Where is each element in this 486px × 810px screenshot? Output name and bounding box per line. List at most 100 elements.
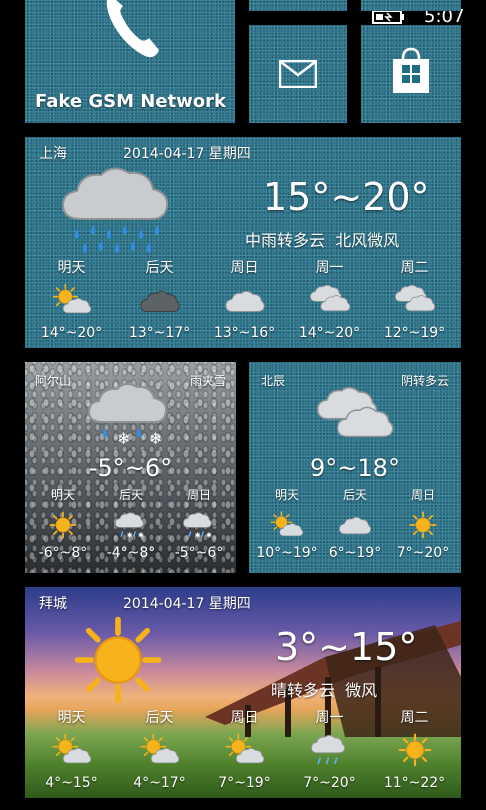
phone-icon <box>101 0 161 60</box>
forecast-range: 4°~17° <box>133 775 186 791</box>
city-name: 拜城 <box>39 596 67 612</box>
battery-icon <box>372 9 406 25</box>
forecast-day: 周日 <box>410 488 435 502</box>
condition-label: 阴转多云 <box>400 374 449 388</box>
date-label: 2014-04-17 星期四 <box>123 596 251 612</box>
sun-icon <box>49 511 77 539</box>
forecast-list: 明天 4°~15° 后天 4°~17° 周日 7°~19° 周一 7°~20° … <box>29 707 457 795</box>
forecast-day: 周日 <box>186 488 211 502</box>
forecast-range: 7°~20° <box>396 545 450 561</box>
condition-label: 雨夹雪 <box>189 374 226 388</box>
forecast-range: 7°~19° <box>218 775 271 791</box>
forecast-item: 周日 7°~20° <box>389 486 457 561</box>
forecast-item: 周日 -5°~6° <box>165 486 233 561</box>
forecast-range: 14°~20° <box>298 325 361 341</box>
forecast-range: 13°~16° <box>213 325 276 341</box>
forecast-day: 后天 <box>118 488 143 502</box>
forecast-item: 后天 4°~17° <box>117 707 202 791</box>
forecast-range: -5°~6° <box>174 545 224 561</box>
forecast-item: 后天 6°~19° <box>321 486 389 561</box>
sun-cloud-icon <box>52 283 92 317</box>
cloud-icon <box>224 290 265 313</box>
forecast-item: 周日 7°~19° <box>202 707 287 791</box>
forecast-range: 7°~20° <box>303 775 356 791</box>
forecast-range: -6°~8° <box>38 545 88 561</box>
store-icon <box>391 47 431 95</box>
forecast-day: 后天 <box>342 488 367 502</box>
forecast-list: 明天 14°~20° 后天 13°~17° 周日 13°~16° 周一 14°~… <box>29 257 457 345</box>
temperature-range: 15°~20° <box>263 175 430 219</box>
forecast-range: -4°~8° <box>106 545 156 561</box>
forecast-day: 周二 <box>400 260 429 276</box>
forecast-range: 6°~19° <box>328 545 382 561</box>
forecast-day: 周日 <box>230 260 259 276</box>
cloud-icon <box>338 516 372 535</box>
forecast-item: 周一 14°~20° <box>287 257 372 341</box>
rain-cloud-icon <box>59 159 179 259</box>
phone-tile[interactable]: Fake GSM Network <box>25 0 235 123</box>
forecast-range: 4°~15° <box>45 775 98 791</box>
sun-cloud-icon <box>270 511 304 539</box>
snow-rain-icon: ❄ ❄ <box>87 378 171 450</box>
forecast-item: 后天 -4°~8° <box>97 486 165 561</box>
store-tile[interactable] <box>361 25 461 123</box>
temperature-range: 3°~15° <box>275 625 418 669</box>
forecast-list: 明天 10°~19° 后天 6°~19° 周日 7°~20° <box>253 486 457 570</box>
dark-cloud-icon <box>139 290 180 313</box>
sun-cloud-icon <box>140 733 180 767</box>
forecast-item: 周二 12°~19° <box>372 257 457 341</box>
forecast-day: 周一 <box>315 710 344 726</box>
weather-tile-shanghai[interactable]: 上海 2014-04-17 星期四 15°~20° 中雨转多云 北风微风 明天 … <box>25 137 461 348</box>
top-tile-right[interactable] <box>361 0 461 11</box>
temperature-range: -5°~6° <box>88 454 173 482</box>
forecast-item: 周日 13°~16° <box>202 257 287 341</box>
snow-rain-icon <box>182 511 216 539</box>
forecast-range: 13°~17° <box>128 325 191 341</box>
forecast-item: 明天 14°~20° <box>29 257 114 341</box>
weather-tile-beichen[interactable]: 北辰 阴转多云 9°~18° 明天 10°~19° 后天 6°~19° 周日 7… <box>249 362 461 573</box>
city-name: 北辰 <box>261 374 286 388</box>
phone-tile-label: Fake GSM Network <box>35 91 226 112</box>
forecast-day: 周日 <box>230 710 259 726</box>
city-name: 阿尔山 <box>35 374 72 388</box>
forecast-list: 明天 -6°~8° 后天 -4°~8° 周日 -5°~6° <box>29 486 233 570</box>
forecast-day: 后天 <box>145 710 174 726</box>
forecast-day: 周一 <box>315 260 344 276</box>
sun-cloud-icon <box>52 733 92 767</box>
sun-cloud-icon <box>225 733 265 767</box>
weather-tile-baicheng[interactable]: 拜城 2014-04-17 星期四 3°~15° 晴转多云 微风 明天 4°~1… <box>25 587 461 798</box>
cloud-rain-icon <box>310 733 350 767</box>
snow-rain-icon <box>114 511 148 539</box>
forecast-item: 后天 13°~17° <box>117 257 202 341</box>
mail-tile[interactable] <box>249 25 347 123</box>
forecast-item: 明天 4°~15° <box>29 707 114 791</box>
forecast-range: 12°~19° <box>383 325 446 341</box>
clouds-icon <box>394 283 436 317</box>
forecast-item: 周二 11°~22° <box>372 707 457 791</box>
mail-icon <box>279 60 317 88</box>
forecast-day: 后天 <box>145 260 174 276</box>
svg-text:❄: ❄ <box>117 429 130 448</box>
weather-tile-aershan[interactable]: 阿尔山 雨夹雪 ❄ ❄ -5°~6° 明天 -6°~8° 后天 -4°~8° 周… <box>25 362 236 573</box>
forecast-day: 明天 <box>50 488 75 502</box>
forecast-day: 周二 <box>400 710 429 726</box>
forecast-day: 明天 <box>274 488 299 502</box>
forecast-item: 明天 10°~19° <box>253 486 321 561</box>
forecast-range: 11°~22° <box>383 775 446 791</box>
forecast-range: 10°~19° <box>256 545 318 561</box>
forecast-day: 明天 <box>57 710 86 726</box>
clouds-icon <box>313 384 397 444</box>
sun-icon <box>73 615 163 705</box>
weather-description: 中雨转多云 北风微风 <box>245 231 400 250</box>
top-tile-left[interactable] <box>249 0 347 11</box>
forecast-range: 14°~20° <box>40 325 103 341</box>
weather-description: 晴转多云 微风 <box>271 681 378 700</box>
forecast-item: 周一 7°~20° <box>287 707 372 791</box>
svg-text:❄: ❄ <box>149 429 162 448</box>
temperature-range: 9°~18° <box>310 454 400 482</box>
forecast-item: 明天 -6°~8° <box>29 486 97 561</box>
sun-icon <box>398 733 431 767</box>
sun-icon <box>409 511 437 539</box>
clouds-icon <box>309 283 351 317</box>
forecast-day: 明天 <box>57 260 86 276</box>
